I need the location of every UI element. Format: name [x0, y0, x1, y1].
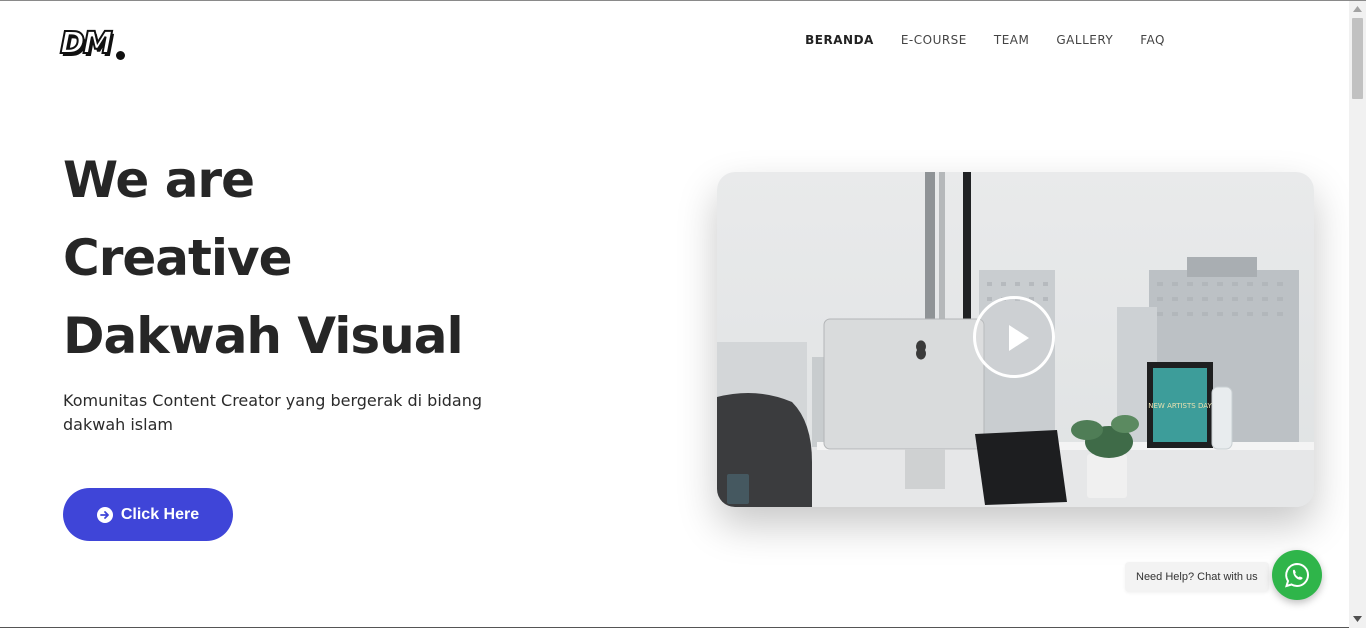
hero-title-line-2: Creative — [63, 229, 293, 287]
arrow-circle-right-icon — [96, 506, 113, 523]
nav-item-team[interactable]: TEAM — [994, 32, 1029, 48]
hero-title: We are Creative Dakwah Visual — [63, 141, 464, 375]
main-nav: BERANDA E-COURSE TEAM GALLERY FAQ — [805, 32, 1165, 48]
chat-help-label[interactable]: Need Help? Chat with us — [1125, 562, 1269, 592]
site-logo[interactable]: DM — [59, 26, 128, 65]
logo-dot — [116, 51, 125, 60]
scroll-down-icon[interactable] — [1349, 611, 1366, 628]
click-here-label: Click Here — [120, 505, 200, 523]
scroll-thumb[interactable] — [1352, 18, 1363, 99]
hero-title-line-1: We are — [63, 151, 255, 209]
poster-sign-text: NEW ARTISTS DAY — [1148, 402, 1212, 410]
hero-subtitle: Komunitas Content Creator yang bergerak … — [63, 391, 483, 434]
nav-item-faq[interactable]: FAQ — [1140, 32, 1165, 48]
play-icon — [1009, 325, 1029, 351]
video-thumbnail[interactable]: NEW ARTISTS DAY — [717, 172, 1314, 507]
whatsapp-chat-button[interactable] — [1272, 550, 1322, 600]
landing-page: DM BERANDA E-COURSE TEAM GALLERY FAQ We … — [0, 1, 1349, 628]
scroll-up-icon[interactable] — [1349, 1, 1366, 18]
nav-item-e-course[interactable]: E-COURSE — [901, 32, 967, 48]
play-button[interactable] — [973, 296, 1055, 378]
click-here-button[interactable]: Click Here — [63, 488, 233, 541]
nav-item-beranda[interactable]: BERANDA — [805, 32, 874, 48]
page-scrollbar[interactable] — [1349, 1, 1366, 628]
nav-item-gallery[interactable]: GALLERY — [1056, 32, 1113, 48]
hero-title-line-3: Dakwah Visual — [63, 307, 464, 365]
whatsapp-icon — [1285, 562, 1309, 588]
logo-text: DM — [59, 26, 114, 62]
